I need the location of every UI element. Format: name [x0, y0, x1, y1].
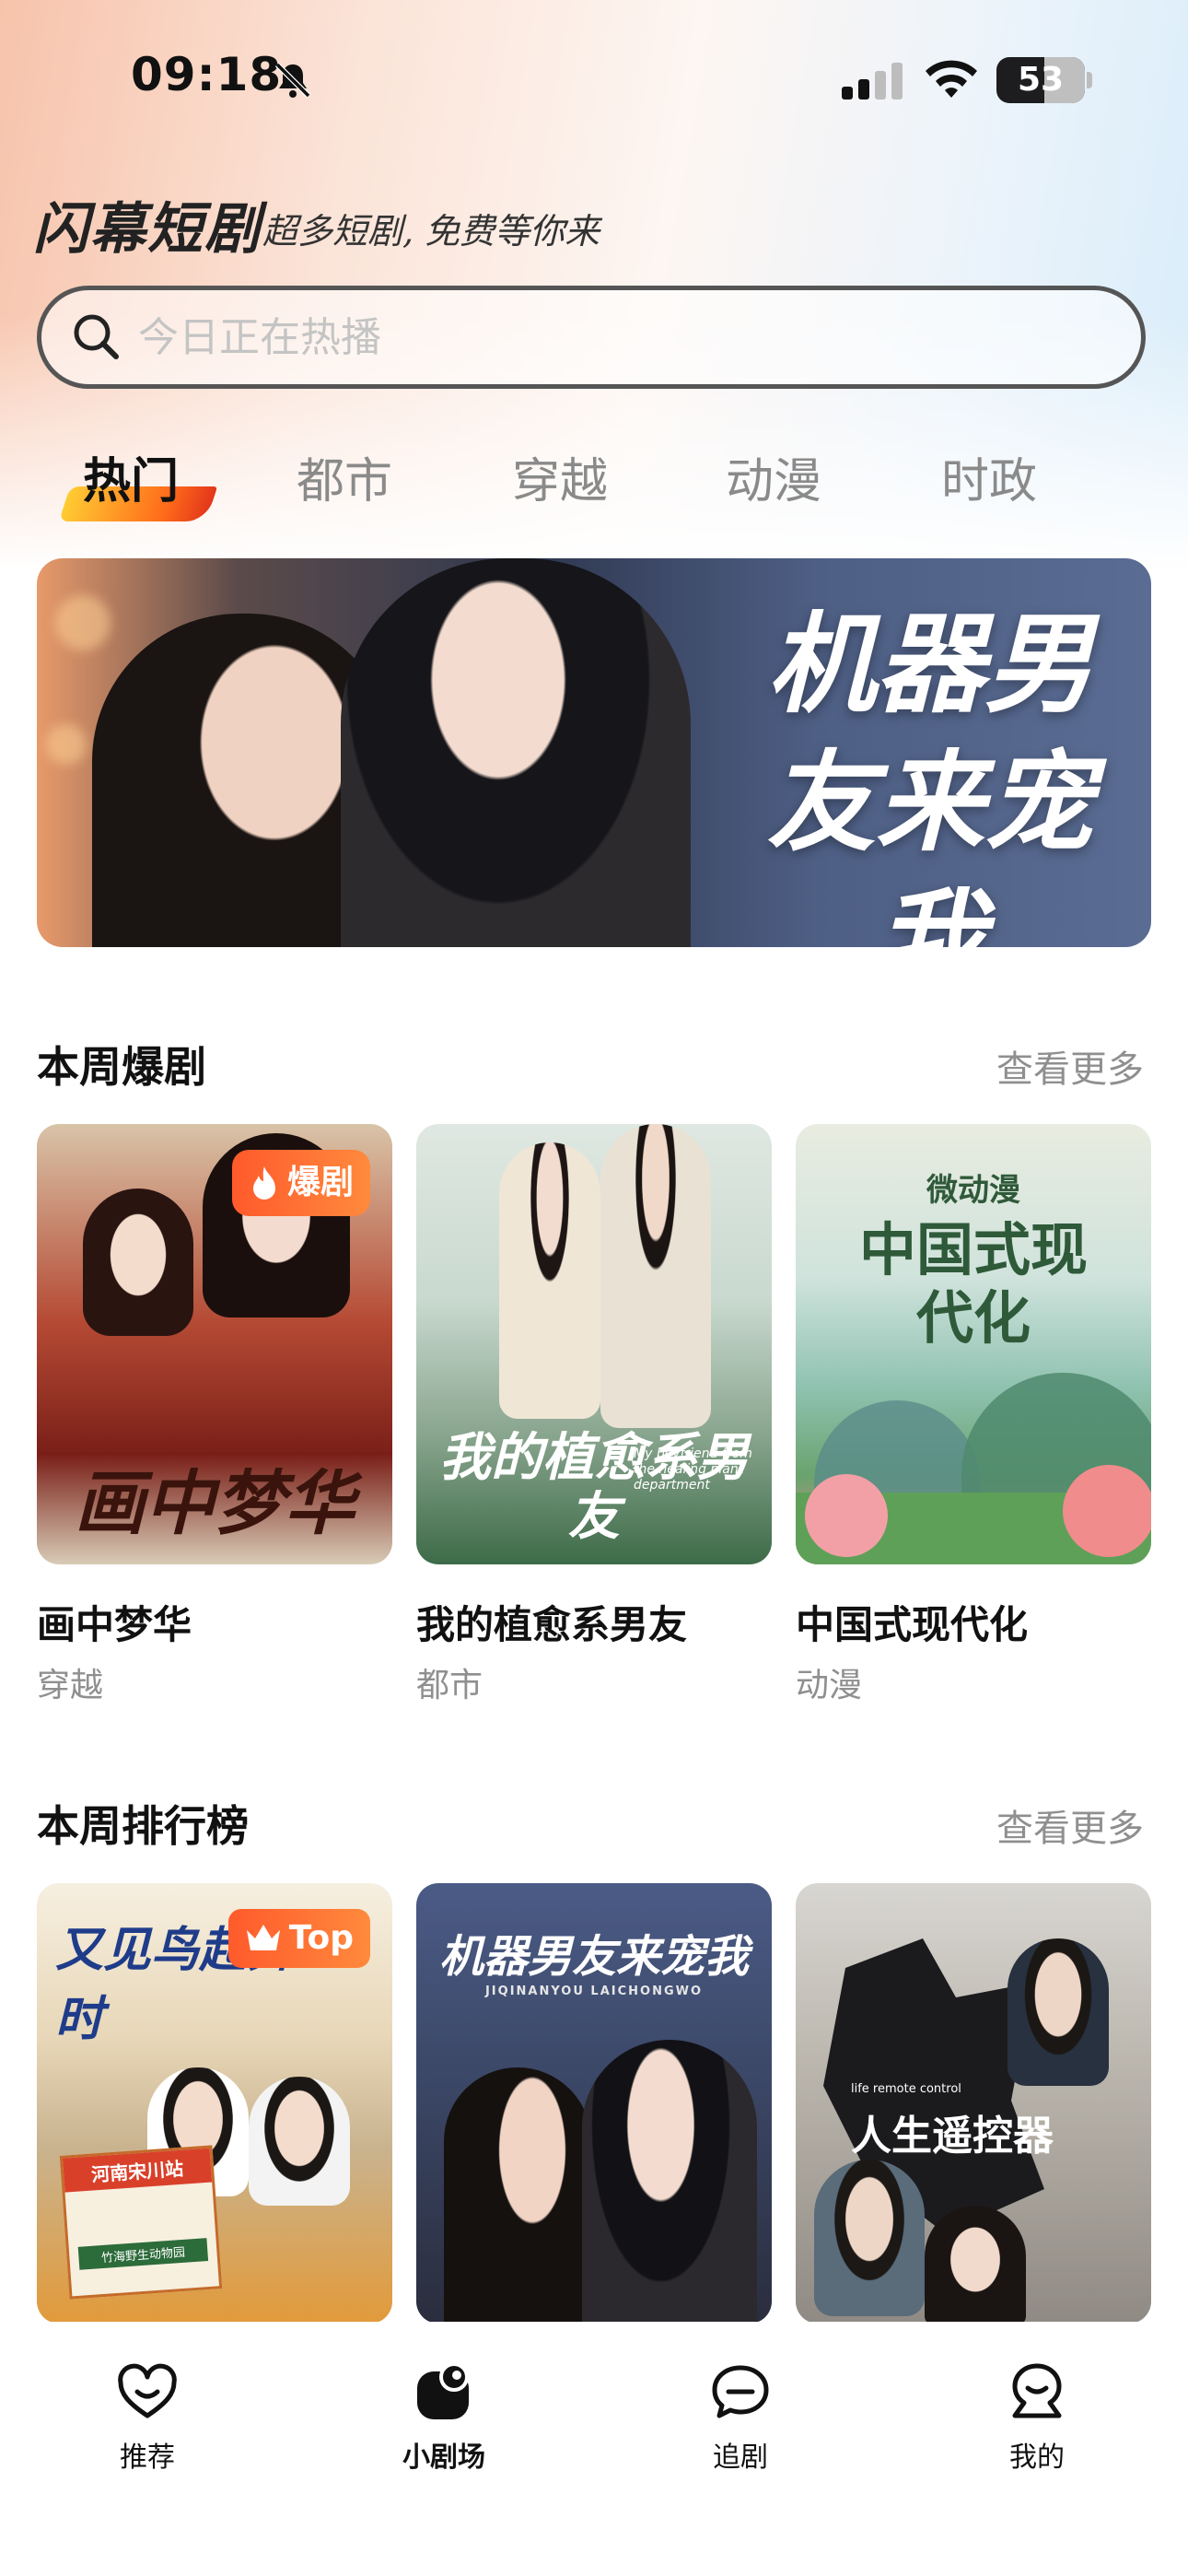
- poster-kicker: 微动漫: [926, 1172, 1020, 1209]
- drama-genre: 穿越: [37, 1667, 104, 1704]
- featured-banner[interactable]: 机器男友来宠我: [37, 558, 1151, 947]
- ranking-poster[interactable]: 机器男友来宠我 JIQINANYOU LAICHONGWO: [416, 1883, 772, 2324]
- poster-subtitle: JIQINANYOU LAICHONGWO: [484, 1985, 704, 1998]
- poster-title: 画中梦华: [75, 1462, 355, 1544]
- tab-politics[interactable]: 时政: [941, 442, 1037, 511]
- battery-level: 53: [1017, 61, 1065, 99]
- crown-icon: [246, 1925, 280, 1950]
- drama-title[interactable]: 中国式现代化: [796, 1594, 1028, 1650]
- wifi-icon: [926, 60, 977, 98]
- poster-subtitle: My boyfriend from the healing plant depa…: [634, 1446, 752, 1493]
- battery-cap: [1087, 72, 1092, 88]
- banner-title: 机器男友来宠我: [766, 600, 1093, 947]
- nav-theater[interactable]: 小剧场: [352, 2360, 536, 2475]
- drama-genre: 动漫: [796, 1667, 863, 1704]
- nav-label: 追剧: [713, 2441, 768, 2474]
- badge-label: 爆剧: [286, 1164, 354, 1201]
- search-icon: [74, 314, 119, 359]
- nav-label: 我的: [1009, 2441, 1065, 2474]
- ranking-poster[interactable]: life remote control 人生遥控器: [796, 1883, 1151, 2324]
- app-title: 闪幕短剧: [33, 197, 262, 262]
- theater-icon: [417, 2362, 469, 2419]
- flame-icon: [252, 1166, 275, 1200]
- heart-smile-icon: [118, 2363, 177, 2418]
- tab-anime[interactable]: 动漫: [726, 442, 821, 511]
- poster-title: 机器男友来宠我: [438, 1931, 749, 1983]
- bokeh-light: [46, 724, 87, 765]
- drama-poster[interactable]: 爆剧 画中梦华: [37, 1124, 392, 1564]
- nav-me[interactable]: 我的: [945, 2360, 1129, 2475]
- drama-poster[interactable]: 微动漫 中国式现代化: [796, 1124, 1151, 1564]
- app-slogan: 超多短剧, 免费等你来: [262, 211, 600, 252]
- tab-time-travel[interactable]: 穿越: [512, 442, 608, 511]
- ranking-poster[interactable]: 又见鸟起舞时 河南宋川站 竹海野生动物园 Top: [37, 1883, 392, 2324]
- nav-follow[interactable]: 追剧: [648, 2360, 833, 2475]
- top-badge: Top: [227, 1909, 370, 1968]
- section-title-weekly-hits: 本周爆剧: [37, 1042, 206, 1092]
- bokeh-light: [55, 595, 111, 650]
- drama-title[interactable]: 画中梦华: [37, 1594, 192, 1650]
- section-title-weekly-ranking: 本周排行榜: [37, 1801, 249, 1851]
- tab-city[interactable]: 都市: [297, 442, 392, 511]
- mute-bell-icon: [274, 62, 311, 99]
- drama-title[interactable]: 我的植愈系男友: [416, 1594, 687, 1650]
- hot-badge: 爆剧: [231, 1150, 370, 1216]
- nav-label: 推荐: [120, 2441, 175, 2474]
- poster-title: 人生遥控器: [851, 2113, 1054, 2160]
- see-more-weekly-hits[interactable]: 查看更多: [996, 1039, 1144, 1093]
- tab-hot[interactable]: 热门: [83, 442, 179, 511]
- cellular-signal-icon: [842, 63, 903, 100]
- banner-actor-image: [341, 558, 691, 947]
- chat-bubble-icon: [712, 2365, 769, 2418]
- poster-subtitle: life remote control: [851, 2082, 961, 2096]
- status-time: 09:18: [131, 48, 283, 101]
- profile-icon: [1012, 2363, 1062, 2418]
- battery-indicator: 53: [996, 57, 1085, 103]
- drama-genre: 都市: [416, 1667, 483, 1704]
- nav-label: 小剧场: [402, 2441, 485, 2474]
- see-more-weekly-ranking[interactable]: 查看更多: [996, 1798, 1144, 1852]
- search-input[interactable]: [138, 304, 1105, 370]
- poster-zoo-sign: 竹海野生动物园: [77, 2238, 209, 2270]
- poster-station-sign: 河南宋川站: [62, 2148, 213, 2193]
- badge-label: Top: [288, 1919, 354, 1957]
- drama-poster[interactable]: 我的植愈系男友 My boyfriend from the healing pl…: [416, 1124, 772, 1564]
- nav-recommend[interactable]: 推荐: [55, 2360, 239, 2475]
- poster-title: 中国式现代化: [858, 1216, 1088, 1352]
